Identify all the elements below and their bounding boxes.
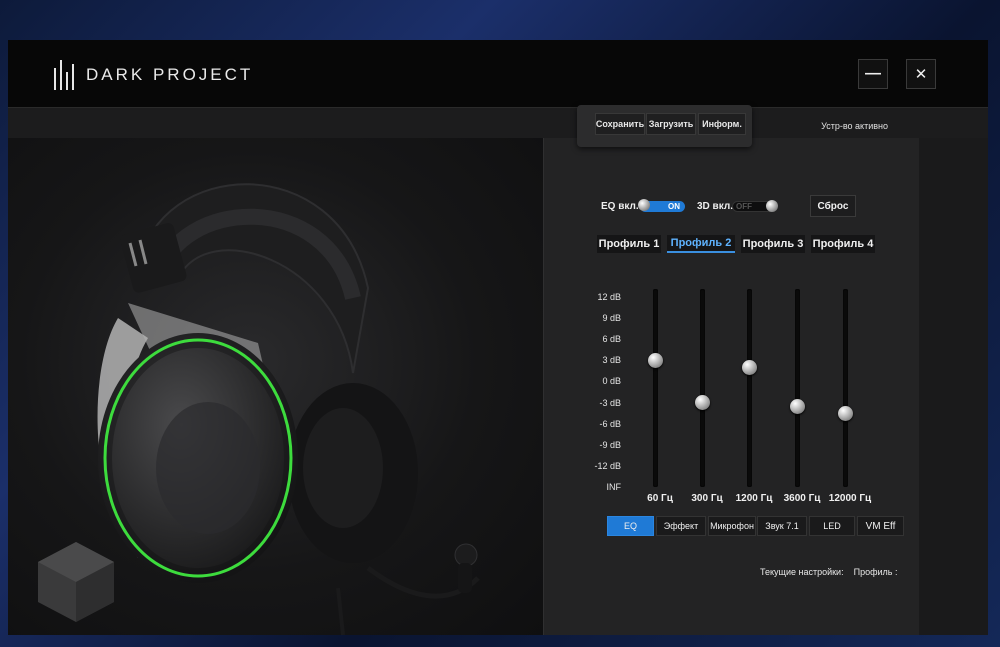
eq-toggle-knob bbox=[638, 199, 650, 211]
surround-toggle-label: 3D вкл. bbox=[697, 201, 733, 212]
tab-effect[interactable]: Эффект bbox=[656, 516, 706, 536]
eq-slider-thumb[interactable] bbox=[648, 352, 663, 368]
save-button[interactable]: Сохранить bbox=[595, 113, 645, 135]
info-button[interactable]: Информ. bbox=[698, 113, 746, 135]
file-menu: Сохранить Загрузить Информ. bbox=[577, 105, 752, 147]
db-label: -9 dB bbox=[599, 440, 621, 450]
current-settings-value: Профиль : bbox=[853, 567, 898, 577]
db-label: INF bbox=[606, 482, 622, 492]
title-bar: DARK PROJECT — ✕ bbox=[8, 40, 988, 107]
app-logo: DARK PROJECT bbox=[54, 60, 253, 90]
eq-band-frequency: 12000 Гц bbox=[828, 493, 872, 504]
eq-slider-track[interactable] bbox=[653, 289, 658, 487]
tab-surround-71[interactable]: Звук 7.1 bbox=[757, 516, 807, 536]
db-label: -3 dB bbox=[599, 398, 621, 408]
db-label: -6 dB bbox=[599, 419, 621, 429]
eq-slider-track[interactable] bbox=[795, 289, 800, 487]
logo-mark-icon bbox=[54, 60, 74, 90]
eq-slider-thumb[interactable] bbox=[838, 405, 853, 421]
db-label: 6 dB bbox=[602, 334, 621, 344]
db-label: 0 dB bbox=[602, 376, 621, 386]
minimize-button[interactable]: — bbox=[858, 59, 888, 89]
eq-toggle-label: EQ вкл. bbox=[601, 201, 639, 212]
surround-toggle[interactable]: OFF bbox=[732, 200, 778, 212]
status-bar: Устр-во активно bbox=[8, 107, 988, 139]
surround-toggle-knob bbox=[766, 200, 778, 212]
db-label: 12 dB bbox=[597, 292, 621, 302]
reset-button[interactable]: Сброс bbox=[810, 195, 856, 217]
eq-slider-thumb[interactable] bbox=[742, 359, 757, 375]
db-label: -12 dB bbox=[594, 461, 621, 471]
tab-profile-1[interactable]: Профиль 1 bbox=[597, 235, 661, 253]
brand-name: DARK PROJECT bbox=[86, 65, 254, 84]
tab-microphone[interactable]: Микрофон bbox=[708, 516, 756, 536]
surround-toggle-state: OFF bbox=[736, 202, 752, 211]
device-status: Устр-во активно bbox=[821, 121, 888, 131]
cube-logo-icon bbox=[38, 542, 114, 622]
close-icon: ✕ bbox=[914, 66, 928, 83]
eq-slider-track[interactable] bbox=[700, 289, 705, 487]
eq-slider-thumb[interactable] bbox=[790, 398, 805, 414]
eq-toggle-state: ON bbox=[668, 202, 680, 211]
tab-profile-3[interactable]: Профиль 3 bbox=[741, 235, 805, 253]
settings-panel bbox=[543, 138, 920, 635]
tab-profile-2[interactable]: Профиль 2 bbox=[667, 235, 735, 253]
tab-profile-4[interactable]: Профиль 4 bbox=[811, 235, 875, 253]
eq-slider-track[interactable] bbox=[747, 289, 752, 487]
right-strip bbox=[919, 138, 988, 635]
current-settings: Текущие настройки: Профиль : bbox=[760, 567, 897, 577]
db-label: 3 dB bbox=[602, 355, 621, 365]
eq-slider-track[interactable] bbox=[843, 289, 848, 487]
eq-toggle[interactable]: ON bbox=[638, 199, 685, 212]
db-label: 9 dB bbox=[602, 313, 621, 323]
tab-led[interactable]: LED bbox=[809, 516, 855, 536]
current-settings-label: Текущие настройки: bbox=[760, 567, 844, 577]
load-button[interactable]: Загрузить bbox=[646, 113, 696, 135]
app-window: DARK PROJECT — ✕ Устр-во активно bbox=[8, 40, 988, 635]
tab-eq[interactable]: EQ bbox=[607, 516, 654, 536]
close-button[interactable]: ✕ bbox=[906, 59, 936, 89]
tab-vm-effect[interactable]: VM Eff bbox=[857, 516, 904, 536]
minimize-icon: — bbox=[865, 65, 881, 82]
